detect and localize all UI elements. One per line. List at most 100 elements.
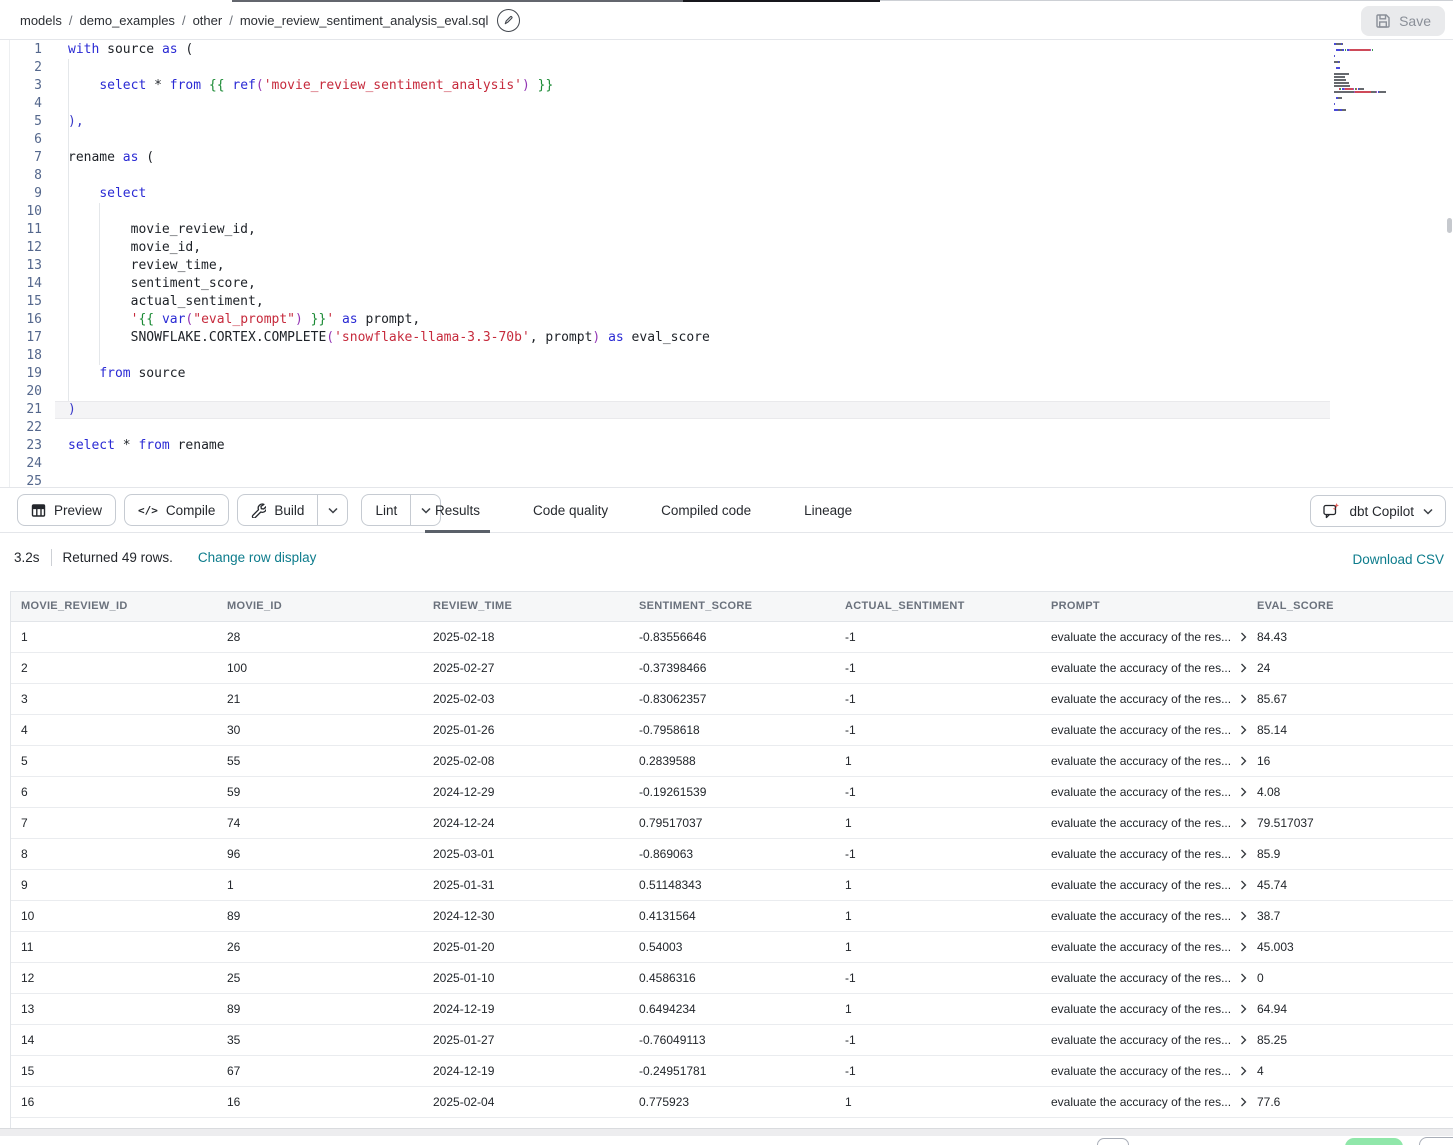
code-line[interactable]: 25 — [0, 473, 1453, 487]
prompt-expand-button[interactable] — [1239, 849, 1247, 859]
column-header[interactable]: PROMPT — [1041, 592, 1247, 621]
code-line[interactable]: 2 — [0, 59, 1453, 77]
partial-button[interactable] — [1419, 1137, 1453, 1145]
prompt-expand-button[interactable] — [1239, 942, 1247, 952]
prompt-cell[interactable]: evaluate the accuracy of the res... — [1041, 870, 1247, 900]
partial-button[interactable] — [1097, 1138, 1129, 1145]
prompt-expand-button[interactable] — [1239, 787, 1247, 797]
prompt-cell[interactable]: evaluate the accuracy of the res... — [1041, 963, 1247, 993]
prompt-cell[interactable]: evaluate the accuracy of the res... — [1041, 1087, 1247, 1117]
tab-compiled-code[interactable]: Compiled code — [651, 488, 761, 532]
tab-code-quality[interactable]: Code quality — [523, 488, 618, 532]
change-row-display-link[interactable]: Change row display — [198, 550, 317, 565]
code-line[interactable]: 7rename as ( — [0, 149, 1453, 167]
breadcrumb-item[interactable]: movie_review_sentiment_analysis_eval.sql — [240, 13, 489, 28]
code-line[interactable]: 16 '{{ var("eval_prompt") }}' as prompt, — [0, 311, 1453, 329]
prompt-expand-button[interactable] — [1239, 694, 1247, 704]
table-cell: 2025-02-03 — [423, 684, 629, 714]
code-text: select * from {{ ref('movie_review_senti… — [42, 77, 553, 95]
horizontal-scrollbar[interactable] — [0, 1128, 1453, 1136]
code-line[interactable]: 1with source as ( — [0, 41, 1453, 59]
partial-green-button[interactable] — [1345, 1138, 1403, 1145]
tab-results[interactable]: Results — [425, 488, 490, 532]
code-line[interactable]: 21) — [0, 401, 1453, 419]
code-line[interactable]: 15 actual_sentiment, — [0, 293, 1453, 311]
prompt-expand-button[interactable] — [1239, 818, 1247, 828]
tab-lineage[interactable]: Lineage — [794, 488, 862, 532]
code-line[interactable]: 17 SNOWFLAKE.CORTEX.COMPLETE('snowflake-… — [0, 329, 1453, 347]
table-cell: 0.51148343 — [629, 870, 835, 900]
prompt-cell[interactable]: evaluate the accuracy of the res... — [1041, 1025, 1247, 1055]
column-header[interactable]: SENTIMENT_SCORE — [629, 592, 835, 621]
code-line[interactable]: 23select * from rename — [0, 437, 1453, 455]
code-line[interactable]: 18 — [0, 347, 1453, 365]
code-line[interactable]: 14 sentiment_score, — [0, 275, 1453, 293]
breadcrumb-item[interactable]: other — [193, 13, 223, 28]
column-header[interactable]: MOVIE_ID — [217, 592, 423, 621]
prompt-expand-button[interactable] — [1239, 632, 1247, 642]
compile-button[interactable]: </> Compile — [124, 494, 229, 526]
editor-scrollbar-thumb[interactable] — [1447, 218, 1452, 233]
column-header[interactable]: REVIEW_TIME — [423, 592, 629, 621]
save-button[interactable]: Save — [1361, 6, 1445, 36]
prompt-cell[interactable]: evaluate the accuracy of the res... — [1041, 1056, 1247, 1086]
prompt-expand-button[interactable] — [1239, 973, 1247, 983]
lint-button[interactable]: Lint — [362, 495, 410, 525]
prompt-expand-button[interactable] — [1239, 1066, 1247, 1076]
prompt-expand-button[interactable] — [1239, 880, 1247, 890]
prompt-cell[interactable]: evaluate the accuracy of the res... — [1041, 932, 1247, 962]
code-editor[interactable]: 1with source as (23 select * from {{ ref… — [0, 40, 1453, 487]
prompt-cell[interactable]: evaluate the accuracy of the res... — [1041, 994, 1247, 1024]
prompt-preview-text: evaluate the accuracy of the res... — [1051, 1064, 1231, 1078]
prompt-cell[interactable]: evaluate the accuracy of the res... — [1041, 684, 1247, 714]
code-line[interactable]: 4 — [0, 95, 1453, 113]
code-line[interactable]: 20 — [0, 383, 1453, 401]
code-line[interactable]: 8 — [0, 167, 1453, 185]
preview-button[interactable]: Preview — [17, 494, 116, 526]
code-line[interactable]: 3 select * from {{ ref('movie_review_sen… — [0, 77, 1453, 95]
code-line[interactable]: 5), — [0, 113, 1453, 131]
prompt-cell[interactable]: evaluate the accuracy of the res... — [1041, 777, 1247, 807]
table-cell: 0.2839588 — [629, 746, 835, 776]
table-cell: -1 — [835, 684, 1041, 714]
breadcrumb-item[interactable]: models — [20, 13, 62, 28]
breadcrumb-item[interactable]: demo_examples — [80, 13, 175, 28]
code-line[interactable]: 11 movie_review_id, — [0, 221, 1453, 239]
column-header[interactable]: MOVIE_REVIEW_ID — [11, 592, 217, 621]
prompt-expand-button[interactable] — [1239, 663, 1247, 673]
column-header[interactable]: EVAL_SCORE — [1247, 592, 1453, 621]
minimap-line — [1334, 112, 1446, 114]
prompt-cell[interactable]: evaluate the accuracy of the res... — [1041, 808, 1247, 838]
prompt-expand-button[interactable] — [1239, 1035, 1247, 1045]
prompt-cell[interactable]: evaluate the accuracy of the res... — [1041, 1118, 1247, 1128]
breadcrumb-action-icon[interactable] — [497, 9, 520, 32]
prompt-expand-button[interactable] — [1239, 1097, 1247, 1107]
table-cell: 30 — [217, 715, 423, 745]
code-line[interactable]: 12 movie_id, — [0, 239, 1453, 257]
column-header[interactable]: ACTUAL_SENTIMENT — [835, 592, 1041, 621]
code-line[interactable]: 6 — [0, 131, 1453, 149]
prompt-cell[interactable]: evaluate the accuracy of the res... — [1041, 746, 1247, 776]
code-line[interactable]: 19 from source — [0, 365, 1453, 383]
prompt-cell[interactable]: evaluate the accuracy of the res... — [1041, 653, 1247, 683]
code-line[interactable]: 10 — [0, 203, 1453, 221]
code-line[interactable]: 24 — [0, 455, 1453, 473]
dbt-copilot-button[interactable]: dbt Copilot — [1310, 495, 1446, 527]
prompt-preview-text: evaluate the accuracy of the res... — [1051, 816, 1231, 830]
editor-minimap[interactable] — [1334, 43, 1446, 118]
prompt-expand-button[interactable] — [1239, 911, 1247, 921]
build-button[interactable]: Build — [238, 495, 317, 525]
prompt-expand-button[interactable] — [1239, 725, 1247, 735]
prompt-cell[interactable]: evaluate the accuracy of the res... — [1041, 715, 1247, 745]
download-csv-link[interactable]: Download CSV — [1352, 552, 1444, 567]
prompt-cell[interactable]: evaluate the accuracy of the res... — [1041, 839, 1247, 869]
build-dropdown-button[interactable] — [317, 495, 347, 525]
code-line[interactable]: 22 — [0, 419, 1453, 437]
prompt-preview-text: evaluate the accuracy of the res... — [1051, 1033, 1231, 1047]
prompt-expand-button[interactable] — [1239, 1004, 1247, 1014]
code-line[interactable]: 13 review_time, — [0, 257, 1453, 275]
prompt-cell[interactable]: evaluate the accuracy of the res... — [1041, 622, 1247, 652]
code-line[interactable]: 9 select — [0, 185, 1453, 203]
prompt-cell[interactable]: evaluate the accuracy of the res... — [1041, 901, 1247, 931]
prompt-expand-button[interactable] — [1239, 756, 1247, 766]
